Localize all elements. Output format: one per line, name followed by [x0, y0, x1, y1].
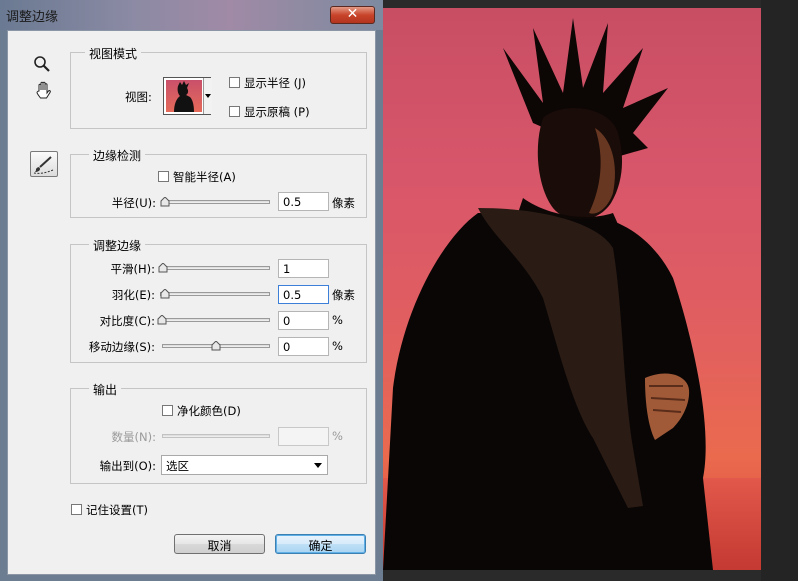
cancel-button[interactable]: 取消	[174, 534, 265, 554]
remember-settings-label: 记住设置(T)	[86, 503, 148, 517]
amount-label: 数量(N):	[111, 430, 156, 444]
silhouette-figure	[383, 18, 761, 570]
radius-label: 半径(U):	[111, 196, 156, 210]
amount-input	[278, 427, 329, 446]
amount-slider-track	[162, 434, 270, 438]
view-mode-legend: 视图模式	[85, 45, 142, 62]
smooth-input[interactable]: 1	[278, 259, 329, 278]
zoom-icon[interactable]	[31, 53, 53, 75]
view-mode-group: 视图模式	[70, 45, 367, 129]
feather-unit: 像素	[332, 288, 355, 302]
decontaminate-colors-checkbox[interactable]	[162, 405, 173, 416]
refine-radius-brush-icon[interactable]	[30, 151, 58, 177]
decontaminate-colors-label: 净化颜色(D)	[177, 404, 241, 418]
shift-edge-input[interactable]: 0	[278, 337, 329, 356]
contrast-label: 对比度(C):	[99, 314, 155, 328]
smooth-label: 平滑(H):	[110, 262, 156, 276]
show-original-checkbox[interactable]	[229, 106, 240, 117]
radius-input[interactable]: 0.5	[278, 192, 329, 211]
amount-unit: %	[332, 429, 343, 443]
canvas-photo[interactable]	[383, 8, 761, 570]
remember-settings-checkbox[interactable]	[71, 504, 82, 515]
view-thumbnail	[166, 80, 202, 112]
feather-slider-track[interactable]	[160, 292, 270, 296]
show-original-label: 显示原稿 (P)	[244, 105, 310, 119]
workspace-edge	[761, 0, 798, 581]
shift-edge-unit: %	[332, 339, 343, 353]
view-label: 视图:	[125, 90, 152, 104]
contrast-slider-track[interactable]	[160, 318, 270, 322]
radius-unit: 像素	[332, 196, 355, 210]
dialog-title: 调整边缘	[6, 10, 59, 25]
feather-label: 羽化(E):	[111, 288, 155, 302]
chevron-down-icon	[314, 463, 322, 468]
radius-slider-track[interactable]	[162, 200, 270, 204]
edge-detection-legend: 边缘检测	[89, 147, 146, 164]
close-icon: ✕	[346, 6, 359, 22]
refine-edge-dialog: 调整边缘 ✕ 视图模式 视图: 显示半径 (J) 显示原稿 (P) 边缘检测 智…	[0, 0, 383, 581]
contrast-input[interactable]: 0	[278, 311, 329, 330]
hand-icon[interactable]	[33, 80, 55, 102]
title-bar[interactable]: 调整边缘 ✕	[0, 0, 383, 30]
shift-edge-label: 移动边缘(S):	[88, 340, 155, 354]
smart-radius-label: 智能半径(A)	[173, 170, 236, 184]
canvas-top-border	[383, 0, 761, 8]
output-to-value: 选区	[166, 459, 189, 473]
view-dropdown-arrow[interactable]	[203, 78, 212, 114]
close-button[interactable]: ✕	[330, 6, 375, 24]
canvas-bottom-border	[383, 570, 761, 581]
output-to-label: 输出到(O):	[99, 459, 156, 473]
view-mode-picker[interactable]	[163, 77, 212, 115]
output-to-select[interactable]: 选区	[161, 455, 328, 475]
smart-radius-checkbox[interactable]	[158, 171, 169, 182]
chevron-down-icon	[205, 94, 211, 98]
feather-input[interactable]: 0.5	[278, 285, 329, 304]
output-legend: 输出	[89, 381, 122, 398]
adjust-edge-legend: 调整边缘	[89, 237, 146, 254]
ok-button[interactable]: 确定	[275, 534, 366, 554]
smooth-slider-track[interactable]	[160, 266, 270, 270]
contrast-unit: %	[332, 313, 343, 327]
show-radius-checkbox[interactable]	[229, 77, 240, 88]
show-radius-label: 显示半径 (J)	[244, 76, 307, 90]
